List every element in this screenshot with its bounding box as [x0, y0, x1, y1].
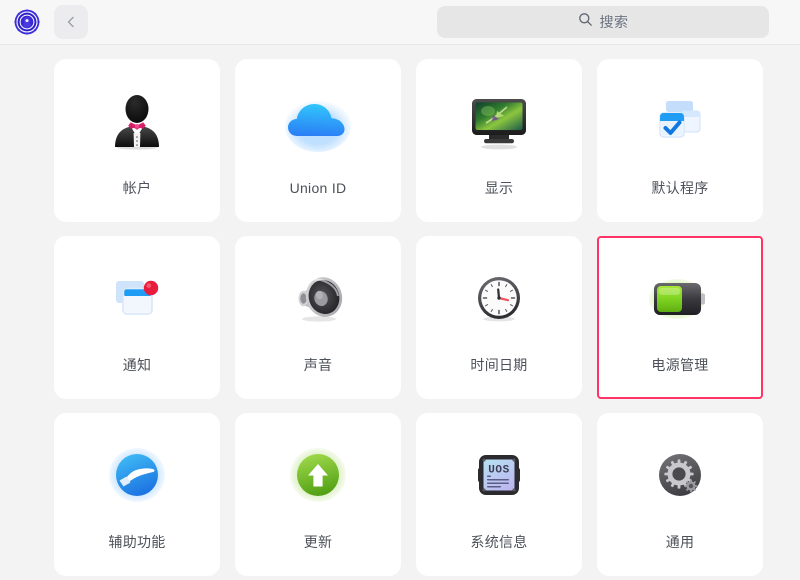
tile-sound[interactable]: 声音 — [235, 236, 401, 399]
tile-default-applications[interactable]: 默认程序 — [597, 59, 763, 222]
battery-icon — [641, 260, 719, 338]
clock-icon — [460, 260, 538, 338]
tile-label: 系统信息 — [470, 533, 528, 550]
chevron-left-icon — [64, 15, 78, 29]
monitor-icon — [460, 83, 538, 161]
gear-circle-icon — [641, 437, 719, 515]
tile-label: 帐户 — [122, 179, 152, 196]
tile-notification[interactable]: 通知 — [54, 236, 220, 399]
cloud-icon — [279, 83, 357, 161]
title-bar: 搜索 — [0, 0, 800, 45]
tile-system-info[interactable]: UOS 系统信息 — [416, 413, 582, 576]
speaker-icon — [279, 260, 357, 338]
tile-label: 通知 — [122, 356, 152, 373]
tile-label: 声音 — [303, 356, 333, 373]
tile-accounts[interactable]: 帐户 — [54, 59, 220, 222]
arrow-up-circle-icon — [279, 437, 357, 515]
uos-chip-icon: UOS — [460, 437, 538, 515]
search-placeholder-text: 搜索 — [599, 14, 629, 30]
tile-union-id[interactable]: Union ID — [235, 59, 401, 222]
tile-display[interactable]: 显示 — [416, 59, 582, 222]
open-hand-icon — [98, 437, 176, 515]
tile-label: 辅助功能 — [108, 533, 166, 550]
search-icon — [578, 12, 593, 32]
tile-label: 通用 — [665, 533, 695, 550]
tile-power-management[interactable]: 电源管理 — [597, 236, 763, 399]
tile-label: 更新 — [303, 533, 333, 550]
tile-general[interactable]: 通用 — [597, 413, 763, 576]
user-tuxedo-icon — [98, 83, 176, 161]
tile-accessibility[interactable]: 辅助功能 — [54, 413, 220, 576]
windows-checkmark-icon — [641, 83, 719, 161]
svg-text:UOS: UOS — [488, 464, 510, 476]
window-badge-icon — [98, 260, 176, 338]
search-input[interactable]: 搜索 — [437, 6, 769, 38]
tile-label: 默认程序 — [651, 179, 709, 196]
tile-label: 电源管理 — [651, 356, 709, 373]
tile-update[interactable]: 更新 — [235, 413, 401, 576]
tile-label: Union ID — [289, 179, 347, 196]
tile-datetime[interactable]: 时间日期 — [416, 236, 582, 399]
tile-label: 时间日期 — [470, 356, 528, 373]
tile-label: 显示 — [484, 179, 514, 196]
settings-module-grid: 帐户 Union ID 显示 默认程序 通知 声音 时间日期 电源管理 辅助功能… — [0, 45, 800, 576]
control-center-gear-logo-icon — [14, 9, 40, 35]
back-button[interactable] — [54, 5, 88, 39]
